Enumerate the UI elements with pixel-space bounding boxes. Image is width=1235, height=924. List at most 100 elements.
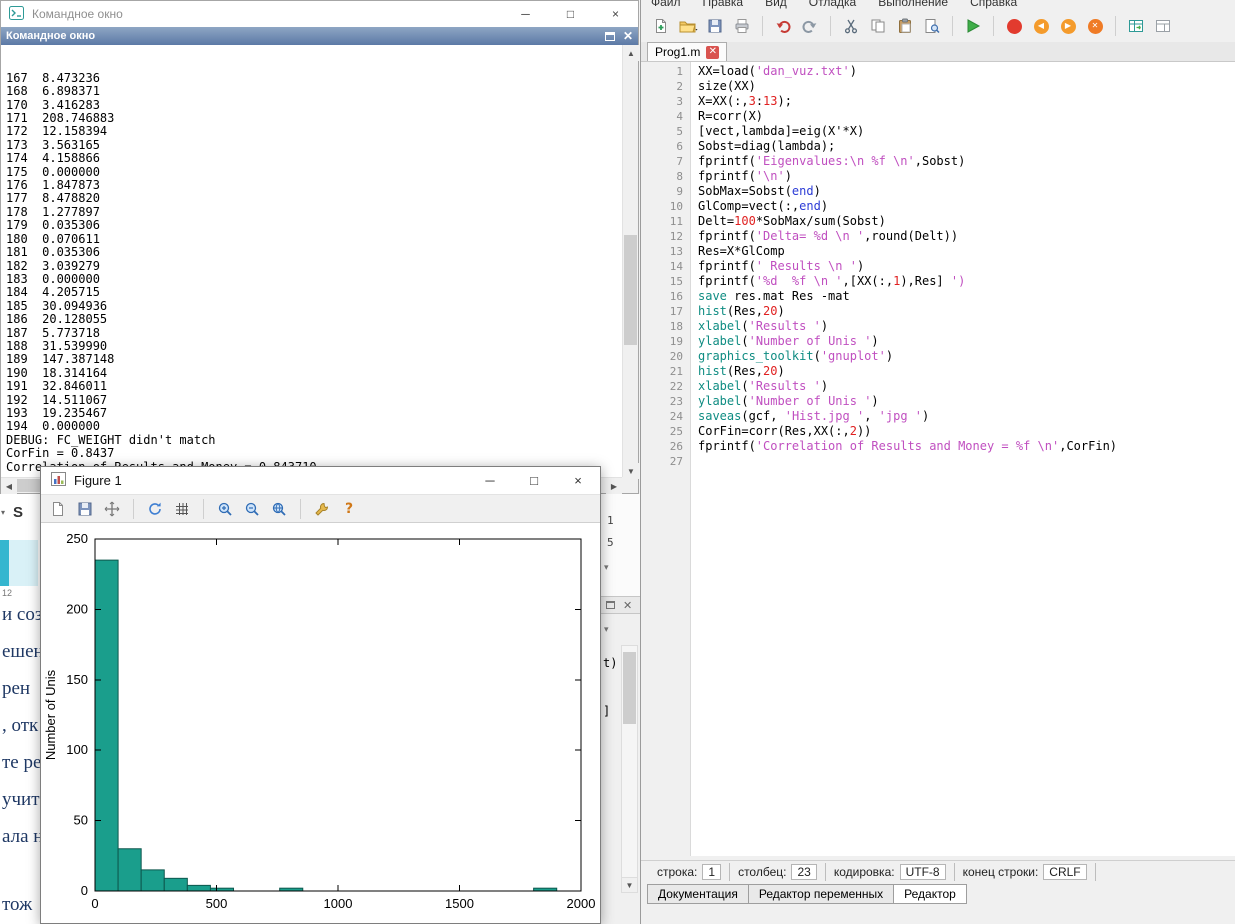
code-text[interactable]: fprintf('Eigenvalues:\n %f \n',Sobst) — [691, 154, 965, 169]
editor-line[interactable]: 11Delt=100*SobMax/sum(Sobst) — [641, 214, 1235, 229]
cut-button[interactable] — [839, 14, 863, 38]
open-button[interactable] — [676, 14, 700, 38]
scrollbar-thumb[interactable] — [623, 652, 636, 724]
editor-line[interactable]: 22xlabel('Results ') — [641, 379, 1235, 394]
code-text[interactable]: R=corr(X) — [691, 109, 763, 124]
code-text[interactable]: Res=X*GlComp — [691, 244, 785, 259]
code-text[interactable]: graphics_toolkit('gnuplot') — [691, 349, 893, 364]
dock-tab[interactable]: Редактор — [893, 884, 967, 904]
code-text[interactable]: fprintf('%d %f \n ',[XX(:,1),Res] ') — [691, 274, 965, 289]
editor-line[interactable]: 14fprintf(' Results \n ') — [641, 259, 1235, 274]
menu-item[interactable]: Правка — [703, 0, 744, 9]
editor-line[interactable]: 12fprintf('Delta= %d \n ',round(Delt)) — [641, 229, 1235, 244]
editor-line[interactable]: 4R=corr(X) — [641, 109, 1235, 124]
step-back-button[interactable]: ◀ — [1029, 14, 1053, 38]
code-text[interactable]: SobMax=Sobst(end) — [691, 184, 821, 199]
editor-line[interactable]: 2size(XX) — [641, 79, 1235, 94]
vertical-scrollbar[interactable]: ▲ ▼ — [622, 45, 638, 479]
editor-line[interactable]: 23ylabel('Number of Unis ') — [641, 394, 1235, 409]
paste-button[interactable] — [893, 14, 917, 38]
code-text[interactable]: [vect,lambda]=eig(X'*X) — [691, 124, 864, 139]
code-text[interactable]: size(XX) — [691, 79, 756, 94]
editor-line[interactable]: 16save res.mat Res -mat — [641, 289, 1235, 304]
new-script-button[interactable] — [649, 14, 673, 38]
editor-line[interactable]: 1XX=load('dan_vuz.txt') — [641, 64, 1235, 79]
code-text[interactable]: xlabel('Results ') — [691, 319, 828, 334]
code-text[interactable]: fprintf('\n') — [691, 169, 792, 184]
code-text[interactable] — [691, 454, 705, 469]
undo-button[interactable] — [771, 14, 795, 38]
close-button[interactable]: × — [593, 1, 638, 27]
dock-close-icon[interactable]: ✕ — [623, 31, 633, 41]
stop-debug-button[interactable]: ✕ — [1083, 14, 1107, 38]
grid-button[interactable] — [171, 498, 193, 520]
editor-line[interactable]: 13Res=X*GlComp — [641, 244, 1235, 259]
code-text[interactable]: CorFin=corr(Res,XX(:,2)) — [691, 424, 871, 439]
close-button[interactable]: × — [556, 467, 600, 494]
editor-line[interactable]: 3X=XX(:,3:13); — [641, 94, 1235, 109]
editor-tab[interactable]: Prog1.m ✕ — [647, 42, 727, 61]
code-text[interactable]: X=XX(:,3:13); — [691, 94, 792, 109]
editor-line[interactable]: 7fprintf('Eigenvalues:\n %f \n',Sobst) — [641, 154, 1235, 169]
scroll-left-icon[interactable]: ◀ — [1, 478, 17, 494]
code-text[interactable]: fprintf(' Results \n ') — [691, 259, 864, 274]
code-text[interactable]: Sobst=diag(lambda); — [691, 139, 835, 154]
code-text[interactable]: hist(Res,20) — [691, 364, 785, 379]
help-button[interactable]: ? — [338, 498, 360, 520]
editor-line[interactable]: 15fprintf('%d %f \n ',[XX(:,1),Res] ') — [641, 274, 1235, 289]
editor-line[interactable]: 17hist(Res,20) — [641, 304, 1235, 319]
editor-line[interactable]: 25CorFin=corr(Res,XX(:,2)) — [641, 424, 1235, 439]
dock-tab[interactable]: Документация — [647, 884, 749, 904]
zoom-out-button[interactable] — [241, 498, 263, 520]
code-text[interactable]: fprintf('Delta= %d \n ',round(Delt)) — [691, 229, 958, 244]
command-output[interactable]: 167 8.473236168 6.898371170 3.416283171 … — [6, 45, 621, 473]
editor-line[interactable]: 10GlComp=vect(:,end) — [641, 199, 1235, 214]
find-button[interactable] — [920, 14, 944, 38]
copy-button[interactable] — [866, 14, 890, 38]
scroll-right-icon[interactable]: ▶ — [606, 478, 622, 494]
step-forward-button[interactable]: ▶ — [1056, 14, 1080, 38]
menu-item[interactable]: Вид — [765, 0, 787, 9]
code-text[interactable]: ylabel('Number of Unis ') — [691, 334, 879, 349]
maximize-button[interactable]: □ — [512, 467, 556, 494]
workspace-button[interactable] — [1124, 14, 1148, 38]
code-text[interactable]: saveas(gcf, 'Hist.jpg ', 'jpg ') — [691, 409, 929, 424]
code-editor[interactable]: 1XX=load('dan_vuz.txt')2size(XX)3X=XX(:,… — [641, 62, 1235, 856]
dock-tab[interactable]: Редактор переменных — [748, 884, 894, 904]
editor-line[interactable]: 24saveas(gcf, 'Hist.jpg ', 'jpg ') — [641, 409, 1235, 424]
editor-line[interactable]: 5[vect,lambda]=eig(X'*X) — [641, 124, 1235, 139]
tab-close-icon[interactable]: ✕ — [706, 46, 719, 59]
undock-icon[interactable] — [605, 32, 615, 41]
pan-button[interactable] — [101, 498, 123, 520]
code-text[interactable]: Delt=100*SobMax/sum(Sobst) — [691, 214, 886, 229]
undock-icon[interactable] — [606, 601, 615, 609]
document-button[interactable] — [47, 498, 69, 520]
editor-line[interactable]: 18xlabel('Results ') — [641, 319, 1235, 334]
zoom-in-button[interactable] — [214, 498, 236, 520]
panels-button[interactable] — [1151, 14, 1175, 38]
code-text[interactable]: GlComp=vect(:,end) — [691, 199, 828, 214]
editor-line[interactable]: 27 — [641, 454, 1235, 469]
print-button[interactable] — [730, 14, 754, 38]
menu-item[interactable]: Файл — [651, 0, 681, 9]
refresh-button[interactable] — [144, 498, 166, 520]
editor-line[interactable]: 8fprintf('\n') — [641, 169, 1235, 184]
editor-line[interactable]: 6Sobst=diag(lambda); — [641, 139, 1235, 154]
menu-item[interactable]: Выполнение — [878, 0, 948, 9]
code-text[interactable]: fprintf('Correlation of Results and Mone… — [691, 439, 1117, 454]
close-icon[interactable]: ✕ — [623, 599, 632, 612]
vertical-scrollbar[interactable] — [621, 645, 638, 893]
save-button[interactable] — [74, 498, 96, 520]
code-text[interactable]: ylabel('Number of Unis ') — [691, 394, 879, 409]
code-text[interactable]: save res.mat Res -mat — [691, 289, 850, 304]
editor-line[interactable]: 26fprintf('Correlation of Results and Mo… — [641, 439, 1235, 454]
menu-item[interactable]: Отладка — [809, 0, 856, 9]
tools-button[interactable] — [311, 498, 333, 520]
editor-line[interactable]: 20graphics_toolkit('gnuplot') — [641, 349, 1235, 364]
maximize-button[interactable]: □ — [548, 1, 593, 27]
editor-line[interactable]: 19ylabel('Number of Unis ') — [641, 334, 1235, 349]
record-button[interactable] — [1002, 14, 1026, 38]
minimize-button[interactable]: ─ — [503, 1, 548, 27]
scrollbar-thumb[interactable] — [624, 235, 637, 345]
code-text[interactable]: XX=load('dan_vuz.txt') — [691, 64, 857, 79]
